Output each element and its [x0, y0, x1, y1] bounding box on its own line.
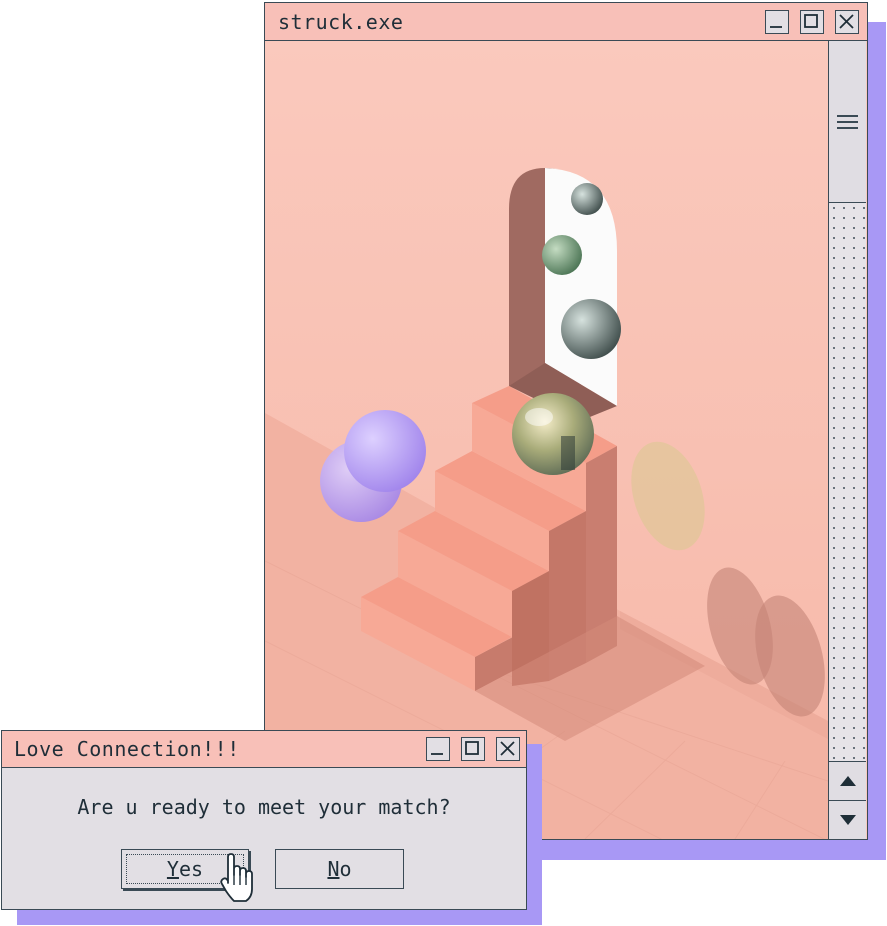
close-button[interactable] — [496, 737, 520, 761]
close-icon — [839, 14, 854, 29]
vertical-scrollbar[interactable] — [828, 41, 866, 839]
no-hotkey: N — [327, 856, 340, 881]
maximize-button[interactable] — [800, 10, 824, 34]
arrow-up-icon — [840, 776, 856, 786]
close-button[interactable] — [835, 10, 859, 34]
minimize-button[interactable] — [765, 10, 789, 34]
yes-hotkey: Y — [166, 856, 179, 881]
arrow-down-icon — [840, 815, 856, 825]
scrollbar-track[interactable] — [829, 203, 866, 761]
scrollbar-thumb[interactable] — [829, 41, 866, 203]
love-connection-dialog: Love Connection!!! Are u ready to meet y… — [1, 730, 527, 910]
main-window: struck.exe — [264, 2, 868, 840]
hand-pointer-cursor-icon — [220, 853, 253, 902]
grip-line — [837, 121, 858, 123]
maximize-icon — [465, 741, 479, 755]
scroll-down-button[interactable] — [829, 800, 866, 839]
no-label: o — [339, 856, 352, 881]
maximize-button[interactable] — [461, 737, 485, 761]
grip-line — [837, 115, 858, 117]
no-button[interactable]: No — [275, 849, 404, 889]
grip-line — [837, 127, 858, 129]
dialog-title: Love Connection!!! — [14, 737, 240, 761]
minimize-button[interactable] — [426, 737, 450, 761]
scroll-up-button[interactable] — [829, 761, 866, 800]
scene-illustration — [265, 41, 828, 839]
dialog-titlebar[interactable]: Love Connection!!! — [2, 731, 526, 768]
yes-label: es — [178, 856, 204, 881]
close-icon — [500, 741, 515, 756]
main-titlebar[interactable]: struck.exe — [265, 3, 867, 41]
minimize-icon — [770, 26, 782, 28]
maximize-icon — [804, 14, 818, 28]
main-window-title: struck.exe — [278, 10, 404, 34]
dialog-message: Are u ready to meet your match? — [77, 795, 451, 819]
minimize-icon — [431, 753, 443, 755]
